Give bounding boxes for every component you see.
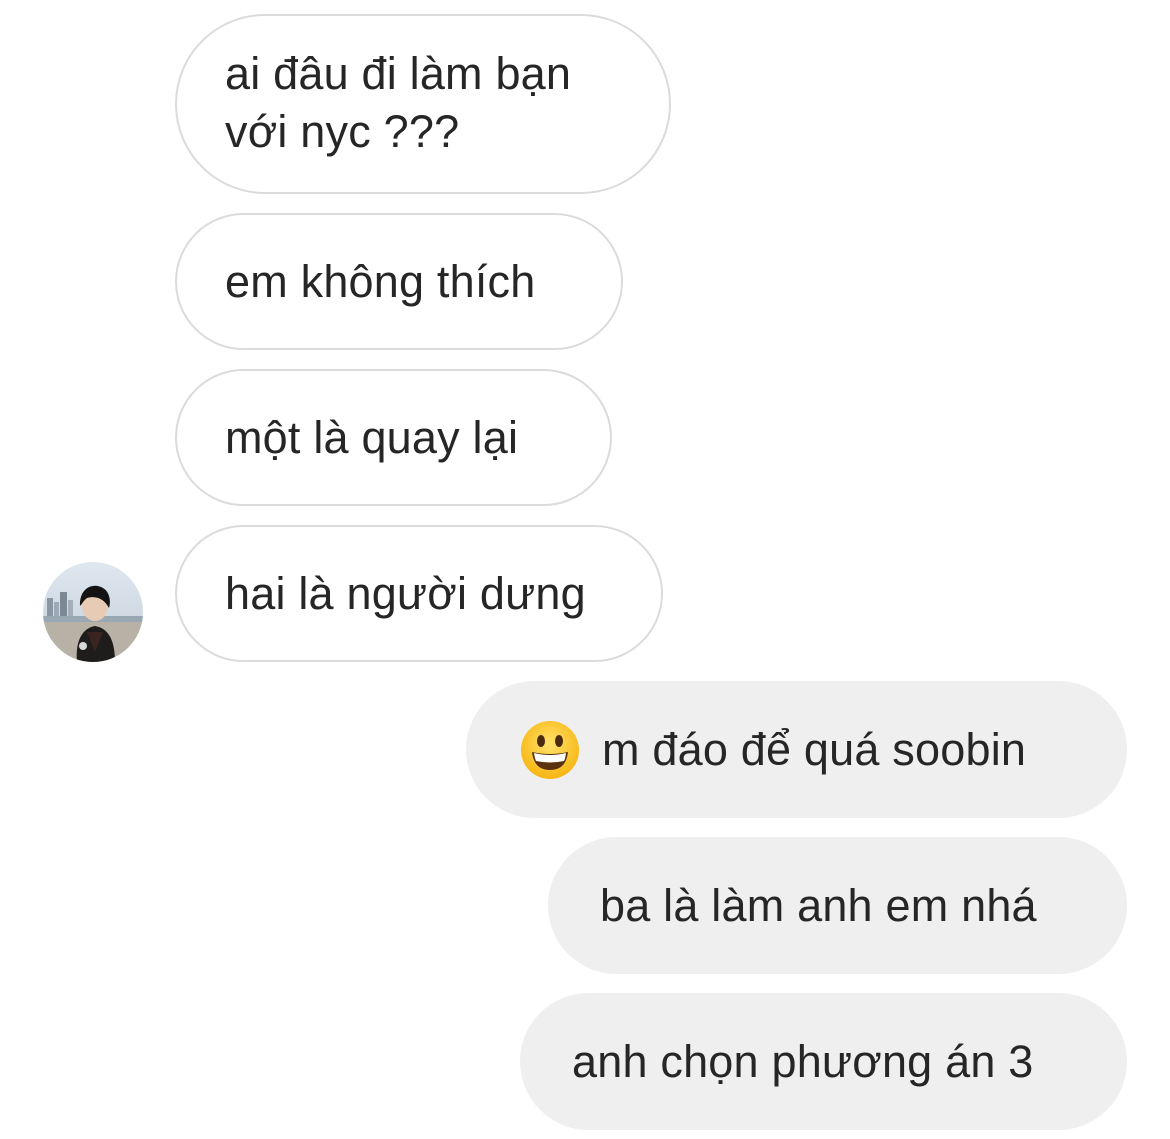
outgoing-message-bubble[interactable]: anh chọn phương án 3	[520, 993, 1127, 1130]
message-text: anh chọn phương án 3	[572, 1035, 1034, 1087]
outgoing-message-bubble[interactable]: ba là làm anh em nhá	[548, 837, 1127, 974]
grinning-face-emoji	[520, 720, 580, 780]
incoming-message-bubble[interactable]: một là quay lại	[175, 369, 612, 506]
message-text: em không thích	[225, 255, 536, 307]
incoming-message-bubble[interactable]: hai là người dưng	[175, 525, 663, 662]
message-text: hai là người dưng	[225, 567, 586, 619]
message-text: ai đâu đi làm bạn với nyc ???	[225, 48, 572, 157]
incoming-message-bubble[interactable]: ai đâu đi làm bạn với nyc ???	[175, 14, 671, 194]
message-text: m đáo để quá soobin	[602, 723, 1027, 775]
avatar[interactable]	[43, 562, 143, 662]
outgoing-message-bubble[interactable]: m đáo để quá soobin	[466, 681, 1127, 818]
message-text: ba là làm anh em nhá	[600, 879, 1037, 931]
profile-photo	[43, 562, 143, 662]
message-text: một là quay lại	[225, 411, 519, 463]
incoming-message-bubble[interactable]: em không thích	[175, 213, 623, 350]
